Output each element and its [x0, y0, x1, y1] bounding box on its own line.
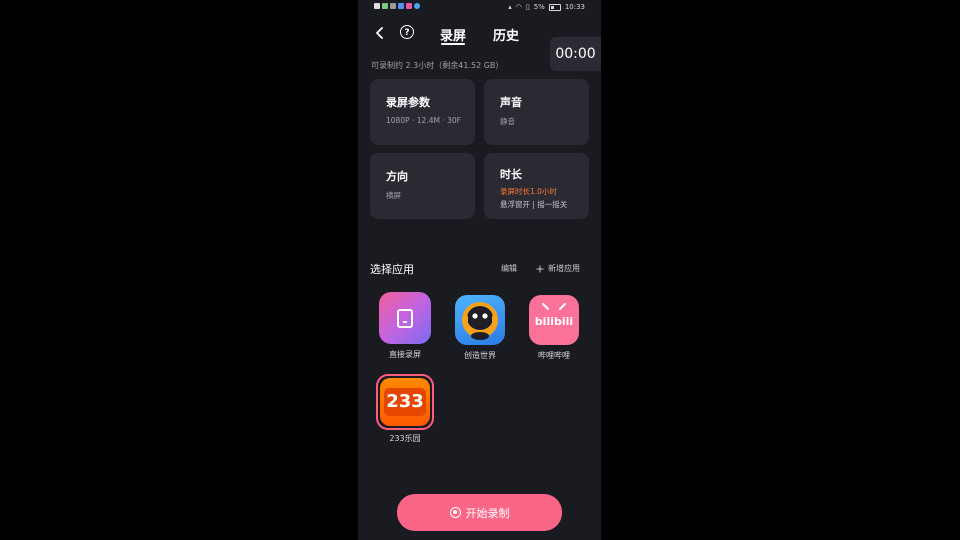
app-233-park[interactable]: 233 233乐园: [373, 374, 437, 444]
screen-recording-stage: ▴ ◠ ▯ 5% 10:33 ? 录屏 历史 可录制约 2.3小时（剩余41.5…: [0, 0, 960, 540]
add-app-button[interactable]: 新增应用: [536, 263, 580, 274]
floating-timer[interactable]: 00:00: [550, 37, 601, 71]
status-bar-notifications: [374, 3, 420, 9]
battery-percent: 5%: [533, 3, 545, 11]
app-direct-record[interactable]: 直接录屏: [373, 292, 437, 360]
sound-card[interactable]: 声音 静音: [484, 79, 589, 145]
storage-info: 可录制约 2.3小时（剩余41.52 GB）: [371, 61, 504, 70]
app-label: 233乐园: [389, 434, 421, 443]
status-bar-system: ▴ ◠ ▯ 5% 10:33: [508, 3, 585, 11]
notification-icon: [406, 3, 412, 9]
signal-icon: ▴: [508, 3, 512, 11]
battery-icon: [548, 3, 561, 11]
card-title: 声音: [500, 96, 522, 109]
app-label: 直接录屏: [389, 350, 421, 359]
233-park-icon: 233: [380, 378, 430, 426]
notification-icon: [390, 3, 396, 9]
active-tab-indicator: [441, 43, 465, 45]
notification-icon: [398, 3, 404, 9]
wifi-icon: ◠: [515, 3, 522, 11]
233-logo-text: 233: [384, 388, 426, 416]
start-recording-label: 开始录制: [465, 506, 510, 520]
bilibili-icon: bilibili: [529, 295, 579, 345]
app-bilibili[interactable]: bilibili 哔哩哔哩: [522, 295, 586, 361]
card-value: 静音: [500, 117, 515, 126]
notification-icon: [414, 3, 420, 9]
start-recording-button[interactable]: 开始录制: [397, 494, 562, 531]
help-icon[interactable]: ?: [400, 25, 414, 39]
selected-app-highlight: 233: [376, 374, 434, 430]
plus-icon: [536, 265, 544, 272]
card-title: 时长: [500, 168, 522, 181]
card-title: 录屏参数: [386, 96, 430, 109]
card-value: 悬浮窗开 | 摇一摇关: [500, 200, 568, 209]
add-app-label: 新增应用: [548, 264, 580, 273]
card-value: 横屏: [386, 191, 401, 200]
tab-record[interactable]: 录屏: [440, 25, 466, 44]
tab-history[interactable]: 历史: [493, 25, 519, 44]
select-app-title: 选择应用: [370, 263, 414, 276]
card-duration-limit: 录屏时长1.0小时: [500, 187, 557, 196]
clock: 10:33: [564, 3, 585, 11]
back-arrow-icon[interactable]: [374, 26, 386, 40]
app-label: 创造世界: [464, 351, 496, 360]
bilibili-logo-text: bilibili: [535, 315, 573, 328]
record-icon: [449, 507, 461, 518]
screen-record-icon: [379, 292, 431, 344]
phone-screen: ▴ ◠ ▯ 5% 10:33 ? 录屏 历史 可录制约 2.3小时（剩余41.5…: [358, 0, 601, 540]
status-bar: ▴ ◠ ▯ 5% 10:33: [358, 0, 601, 16]
notification-icon: [374, 3, 380, 9]
vibrate-icon: ▯: [525, 3, 530, 11]
app-label: 哔哩哔哩: [538, 351, 570, 360]
duration-card[interactable]: 时长 录屏时长1.0小时 悬浮窗开 | 摇一摇关: [484, 153, 589, 219]
card-value: 1080P · 12.4M · 30F: [386, 116, 461, 125]
mini-world-icon: [455, 295, 505, 345]
app-mini-world[interactable]: 创造世界: [448, 295, 512, 361]
orientation-card[interactable]: 方向 横屏: [370, 153, 475, 219]
edit-button[interactable]: 编辑: [501, 263, 517, 274]
card-title: 方向: [386, 170, 408, 183]
record-params-card[interactable]: 录屏参数 1080P · 12.4M · 30F: [370, 79, 475, 145]
notification-icon: [382, 3, 388, 9]
